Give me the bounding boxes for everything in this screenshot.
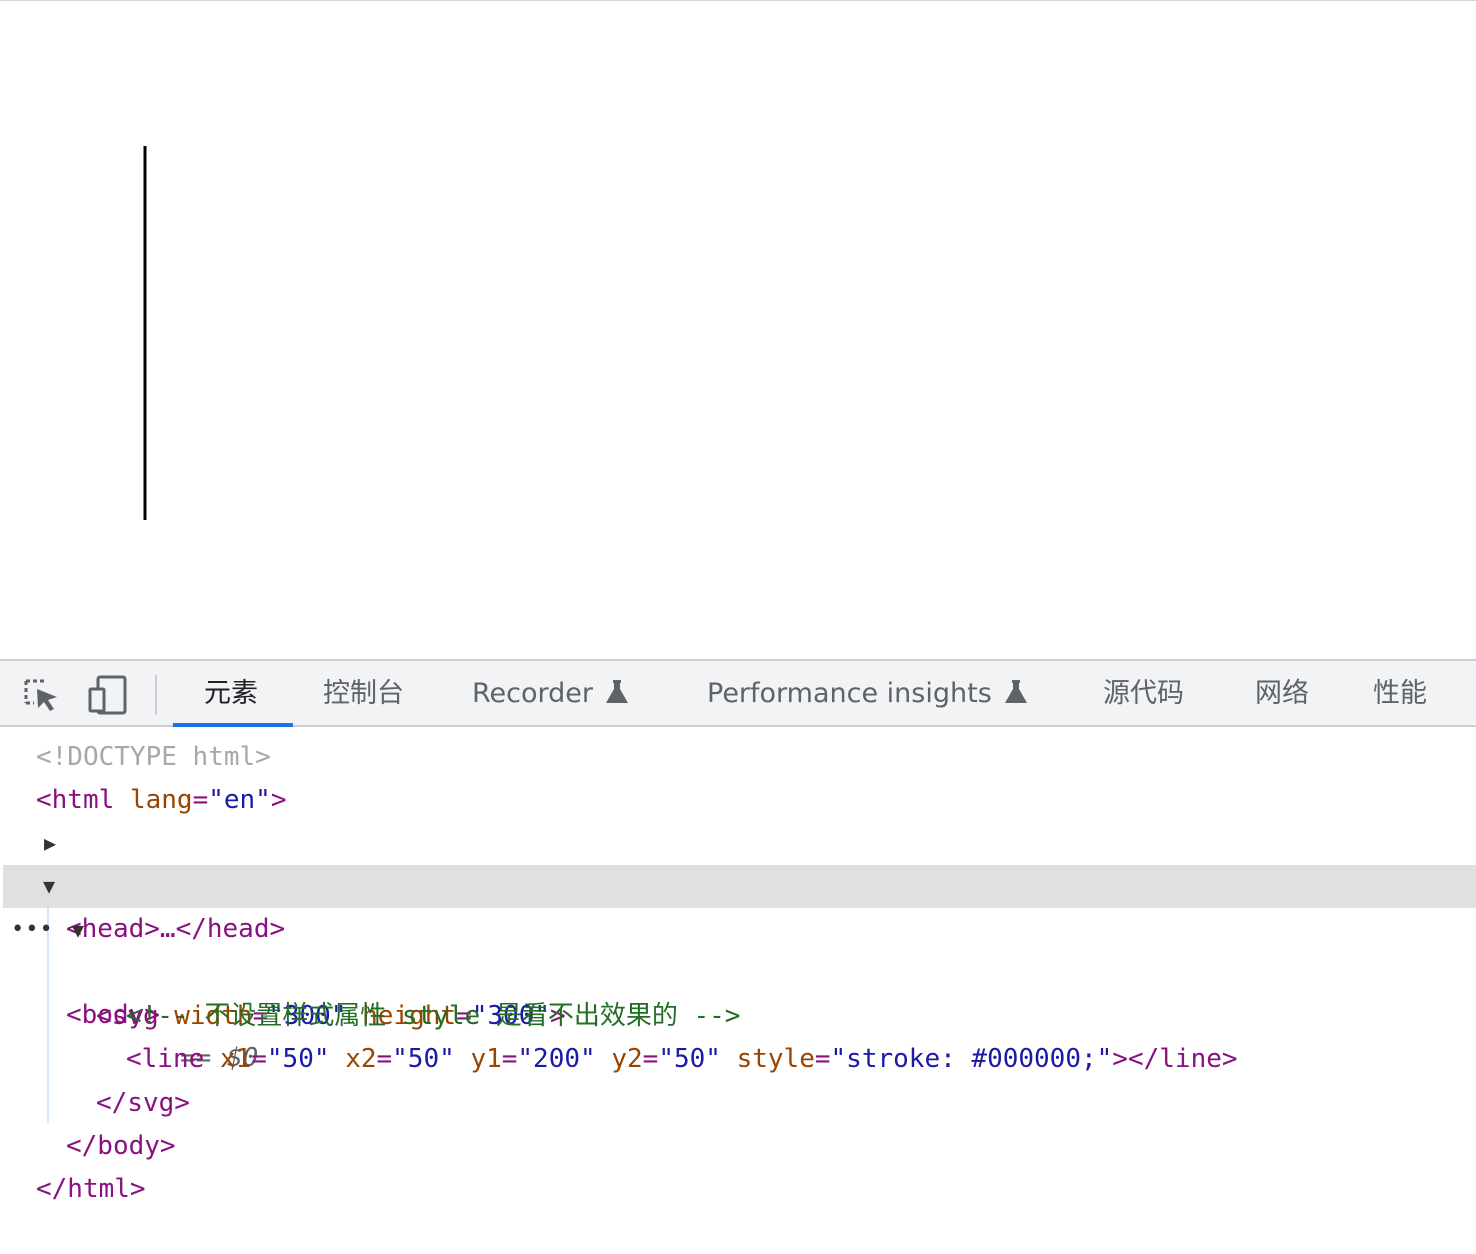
tab-elements[interactable]: 元素 bbox=[204, 661, 258, 727]
experiment-flask-icon bbox=[606, 679, 628, 703]
experiment-flask-icon bbox=[1004, 679, 1027, 703]
dom-node-doctype[interactable]: <!DOCTYPE html> bbox=[0, 736, 1476, 779]
toolbar-divider bbox=[155, 675, 157, 715]
html-close-tag: </html> bbox=[36, 1174, 146, 1204]
dom-node-line[interactable]: <line x1="50" x2="50" y1="200" y2="50" s… bbox=[0, 995, 1476, 1074]
devtools-panel: 元素 控制台 Recorder Performance insights 源代码… bbox=[0, 659, 1476, 1254]
dom-tree: <!DOCTYPE html> <html lang="en"> ▶ <head… bbox=[0, 729, 1476, 1254]
tab-performance[interactable]: 性能 bbox=[1373, 661, 1427, 727]
rendered-svg bbox=[143, 146, 147, 520]
doctype-text: <!DOCTYPE html> bbox=[36, 742, 271, 772]
dom-node-svg-close[interactable]: </svg> bbox=[0, 1039, 1476, 1118]
dom-node-body-close[interactable]: </body> bbox=[0, 1082, 1476, 1161]
dom-node-head[interactable]: ▶ <head>…</head> bbox=[0, 822, 1476, 944]
collapse-arrow-icon[interactable]: ▼ bbox=[72, 909, 84, 952]
dom-node-html-close[interactable]: </html> bbox=[0, 1125, 1476, 1204]
page-viewport bbox=[0, 1, 1476, 659]
tab-sources[interactable]: 源代码 bbox=[1103, 661, 1184, 727]
tab-network[interactable]: 网络 bbox=[1255, 661, 1309, 727]
active-tab-indicator bbox=[173, 723, 293, 727]
dom-node-svg[interactable]: ▼ <svg width="300" height="300"> bbox=[0, 909, 1476, 1031]
dom-node-comment[interactable]: <!-- 不设置样式属性 style 是看不出效果的 --> bbox=[0, 952, 1476, 1031]
device-toolbar-icon[interactable] bbox=[88, 675, 128, 715]
tab-performance-insights[interactable]: Performance insights bbox=[707, 661, 1028, 727]
dom-node-body-selected[interactable]: ••• ▼ <body> == $0 bbox=[3, 865, 1476, 1073]
inspect-element-icon[interactable] bbox=[22, 675, 62, 715]
tab-recorder[interactable]: Recorder bbox=[472, 661, 629, 727]
dom-node-html[interactable]: <html lang="en"> bbox=[0, 779, 1476, 822]
devtools-tabbar: 元素 控制台 Recorder Performance insights 源代码… bbox=[0, 659, 1476, 727]
collapse-arrow-icon[interactable]: ▼ bbox=[43, 865, 55, 908]
html-open-tag: <html bbox=[36, 785, 115, 815]
html-lang-value: "en" bbox=[208, 785, 271, 815]
expand-arrow-icon[interactable]: ▶ bbox=[44, 822, 56, 865]
html-lang-attr: lang bbox=[129, 785, 193, 815]
tab-console[interactable]: 控制台 bbox=[323, 661, 404, 727]
